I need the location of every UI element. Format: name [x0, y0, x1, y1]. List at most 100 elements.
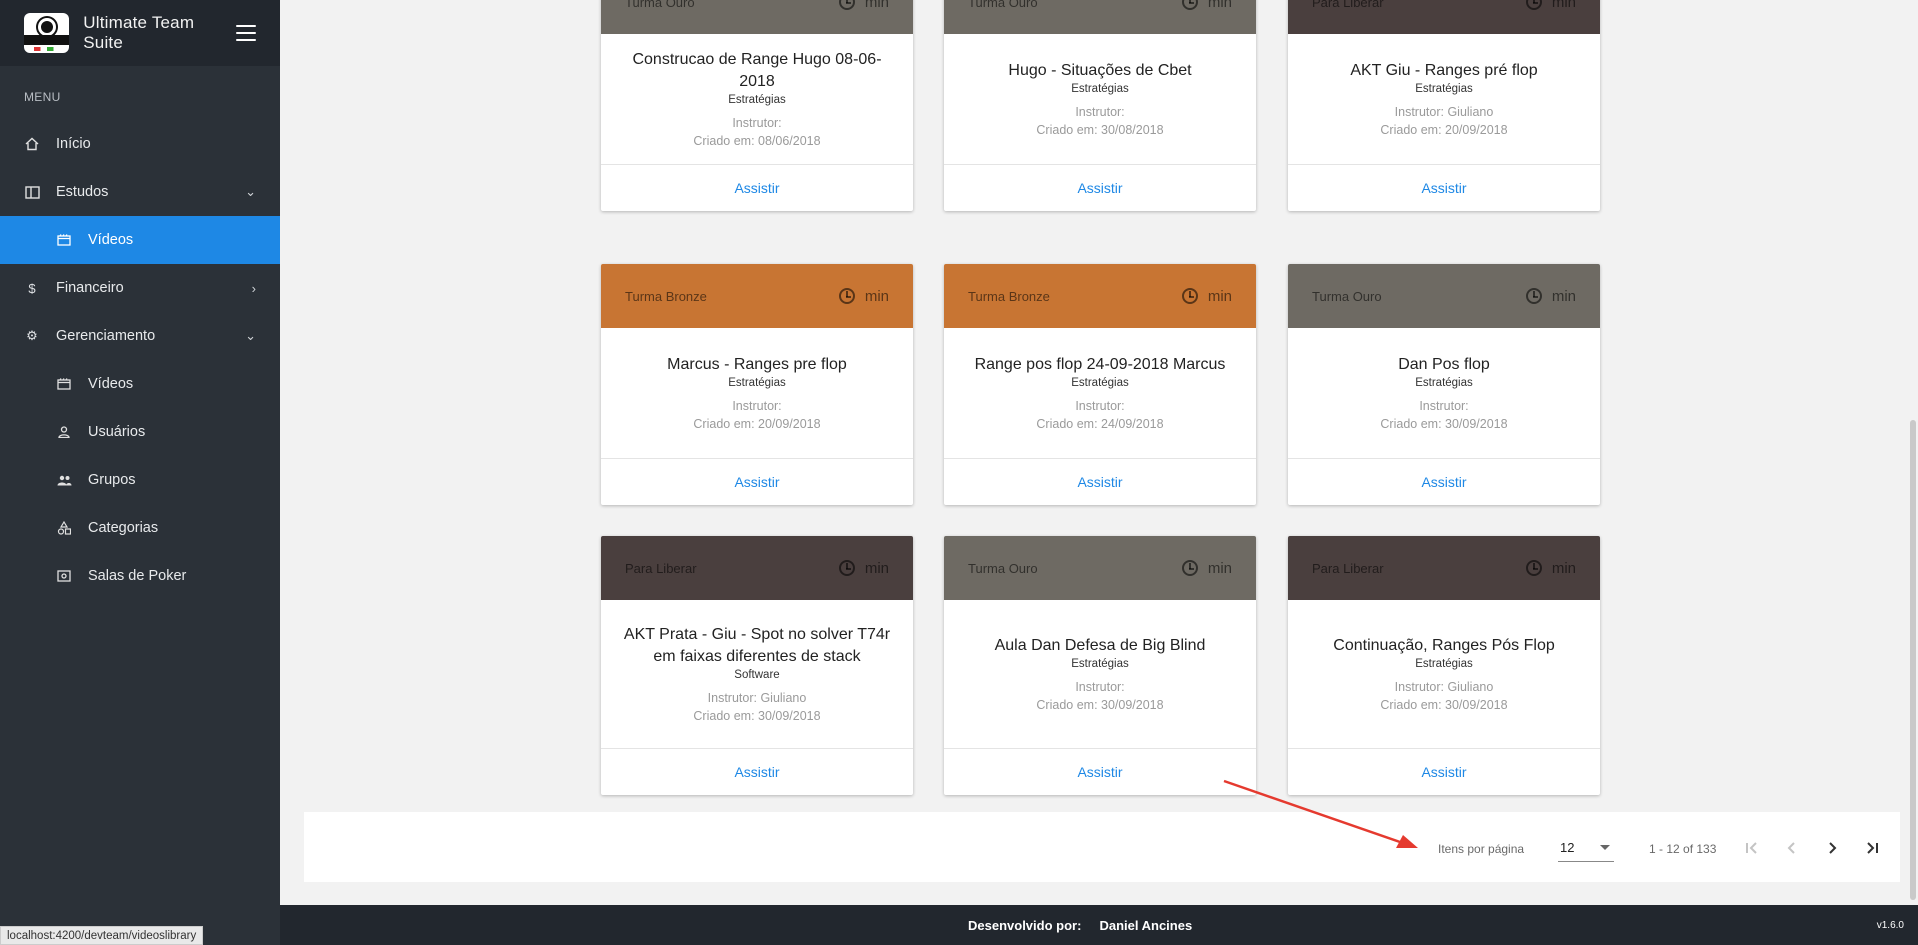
card-group: Para Liberar — [1312, 0, 1384, 10]
sidebar-item-gerenciamento-videos[interactable]: Vídeos — [0, 360, 280, 408]
duration-label: min — [1551, 559, 1576, 577]
card-created: Criado em: 30/09/2018 — [1036, 697, 1164, 712]
first-page-button[interactable] — [1738, 834, 1766, 862]
card-duration: min — [1525, 559, 1576, 577]
watch-button[interactable]: Assistir — [734, 180, 779, 196]
duration-label: min — [1207, 287, 1232, 305]
scrollbar[interactable] — [1908, 0, 1918, 905]
paginator: Itens por página 12 1 - 12 of 133 — [304, 812, 1900, 882]
items-per-page-label: Itens por página — [1438, 842, 1525, 856]
video-card: Para Liberar min AKT Giu - Ranges pré fl… — [1288, 0, 1600, 211]
sidebar-item-categorias[interactable]: Categorias — [0, 504, 280, 552]
chevron-right-icon — [1829, 842, 1837, 854]
sidebar-item-label: Salas de Poker — [88, 568, 187, 584]
card-body: Marcus - Ranges pre flop Estratégias Ins… — [601, 328, 913, 458]
clock-icon — [1181, 0, 1198, 10]
sidebar-item-grupos[interactable]: Grupos — [0, 456, 280, 504]
card-instructor: Instrutor: Giuliano — [707, 690, 807, 705]
duration-label: min — [864, 559, 889, 577]
watch-button[interactable]: Assistir — [1421, 474, 1466, 490]
card-header: Turma Bronze min — [944, 264, 1256, 328]
developed-by-label: Desenvolvido por: — [968, 918, 1082, 933]
card-group: Turma Ouro — [968, 0, 1038, 10]
card-category: Estratégias — [1415, 657, 1473, 670]
card-duration: min — [1181, 559, 1232, 577]
page-size-select[interactable]: 12 — [1558, 834, 1614, 862]
card-body: Dan Pos flop Estratégias Instrutor: Criad… — [1288, 328, 1600, 458]
sidebar-item-label: Início — [56, 136, 91, 152]
video-card: Turma Ouro min Aula Dan Defesa de Big Bl… — [944, 536, 1256, 795]
previous-page-button[interactable] — [1778, 834, 1806, 862]
sidebar-item-salas-de-poker[interactable]: Salas de Poker — [0, 552, 280, 600]
watch-button[interactable]: Assistir — [1421, 764, 1466, 780]
card-duration: min — [838, 559, 889, 577]
card-header: Turma Ouro min — [944, 0, 1256, 34]
card-category: Estratégias — [728, 376, 786, 389]
watch-button[interactable]: Assistir — [1077, 180, 1122, 196]
card-created: Criado em: 20/09/2018 — [693, 416, 821, 431]
card-created: Criado em: 30/09/2018 — [1380, 697, 1508, 712]
sidebar-item-estudos-videos[interactable]: Vídeos — [0, 216, 280, 264]
menu-icon[interactable] — [236, 25, 256, 41]
movie-icon — [56, 376, 72, 392]
scrollbar-thumb[interactable] — [1910, 420, 1916, 900]
duration-label: min — [1207, 559, 1232, 577]
sidebar: Ultimate Team Suite MENU Início Estudos … — [0, 0, 280, 945]
next-page-button[interactable] — [1818, 834, 1846, 862]
clock-icon — [1525, 0, 1542, 10]
page-range-label: 1 - 12 of 133 — [1649, 842, 1717, 856]
card-body: Continuação, Ranges Pós Flop Estratégias… — [1288, 600, 1600, 748]
card-category: Estratégias — [1415, 82, 1473, 95]
main-content: Turma Ouro min Construcao de Range Hugo … — [280, 0, 1918, 905]
card-body: AKT Prata - Giu - Spot no solver T74r em… — [601, 600, 913, 748]
watch-button[interactable]: Assistir — [1077, 474, 1122, 490]
sidebar-item-label: Estudos — [56, 184, 109, 200]
sidebar-item-label: Financeiro — [56, 280, 124, 296]
card-body: Range pos flop 24-09-2018 Marcus Estraté… — [944, 328, 1256, 458]
watch-button[interactable]: Assistir — [1421, 180, 1466, 196]
sidebar-item-label: Vídeos — [88, 376, 134, 392]
card-created: Criado em: 30/09/2018 — [693, 708, 821, 723]
card-instructor: Instrutor: Giuliano — [1394, 104, 1494, 119]
developer-credit: Desenvolvido por: Daniel Ancines — [968, 918, 1192, 933]
card-instructor: Instrutor: — [732, 398, 782, 413]
sidebar-item-gerenciamento[interactable]: ⚙ Gerenciamento ⌄ — [0, 312, 280, 360]
book-icon — [24, 184, 40, 200]
watch-button[interactable]: Assistir — [1077, 764, 1122, 780]
card-category: Estratégias — [1415, 376, 1473, 389]
card-title: AKT Prata - Giu - Spot no solver T74r em… — [623, 625, 891, 665]
author-name: Daniel Ancines — [1099, 918, 1193, 933]
page-size-value: 12 — [1560, 840, 1575, 855]
app-title: Ultimate Team Suite — [83, 13, 195, 52]
chevron-left-icon — [1787, 842, 1795, 854]
clock-icon — [1525, 560, 1542, 576]
watch-button[interactable]: Assistir — [734, 764, 779, 780]
last-page-button[interactable] — [1858, 834, 1886, 862]
group-icon — [56, 472, 72, 488]
sidebar-item-financeiro[interactable]: $ Financeiro › — [0, 264, 280, 312]
sidebar-item-usuarios[interactable]: Usuários — [0, 408, 280, 456]
card-body: Construcao de Range Hugo 08-06-2018 Estr… — [601, 34, 913, 164]
clock-icon — [1181, 560, 1198, 576]
video-card: Para Liberar min Continuação, Ranges Pós… — [1288, 536, 1600, 795]
card-title: Dan Pos flop — [1398, 355, 1490, 373]
card-body: Hugo - Situações de Cbet Estratégias Ins… — [944, 34, 1256, 164]
card-title: AKT Giu - Ranges pré flop — [1350, 61, 1538, 79]
card-body: Aula Dan Defesa de Big Blind Estratégias… — [944, 600, 1256, 748]
sidebar-item-inicio[interactable]: Início — [0, 120, 280, 168]
card-duration: min — [838, 0, 889, 11]
video-card: Turma Ouro min Construcao de Range Hugo … — [601, 0, 913, 211]
browser-status-url: localhost:4200/devteam/videoslibrary — [0, 926, 204, 945]
last-page-icon — [1867, 842, 1878, 854]
card-group: Para Liberar — [1312, 560, 1384, 576]
dropdown-arrow-icon — [1600, 845, 1610, 850]
card-created: Criado em: 08/06/2018 — [693, 133, 821, 148]
watch-button[interactable]: Assistir — [734, 474, 779, 490]
person-icon — [56, 424, 72, 440]
clock-icon — [838, 288, 855, 304]
duration-label: min — [1551, 287, 1576, 305]
sidebar-item-estudos[interactable]: Estudos ⌄ — [0, 168, 280, 216]
card-group: Turma Ouro — [1312, 288, 1382, 304]
card-category: Estratégias — [1071, 376, 1129, 389]
clock-icon — [838, 0, 855, 10]
